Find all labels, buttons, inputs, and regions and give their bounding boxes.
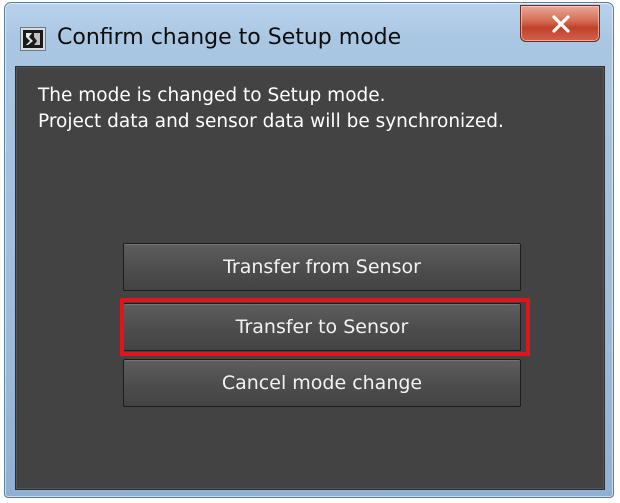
confirm-dialog: Confirm change to Setup mode The mode is… [4,2,614,498]
transfer-to-sensor-button[interactable]: Transfer to Sensor [123,303,521,351]
title-bar[interactable]: Confirm change to Setup mode [5,3,613,63]
dialog-body: The mode is changed to Setup mode. Proje… [15,66,605,490]
app-icon [20,27,46,51]
close-button[interactable] [520,5,600,42]
close-icon [552,15,570,33]
cancel-mode-change-button[interactable]: Cancel mode change [123,359,521,407]
message-text: The mode is changed to Setup mode. Proje… [38,83,504,135]
dialog-title: Confirm change to Setup mode [57,25,402,50]
message-line-1: The mode is changed to Setup mode. [38,85,386,106]
message-line-2: Project data and sensor data will be syn… [38,111,504,132]
transfer-from-sensor-button[interactable]: Transfer from Sensor [123,243,521,291]
